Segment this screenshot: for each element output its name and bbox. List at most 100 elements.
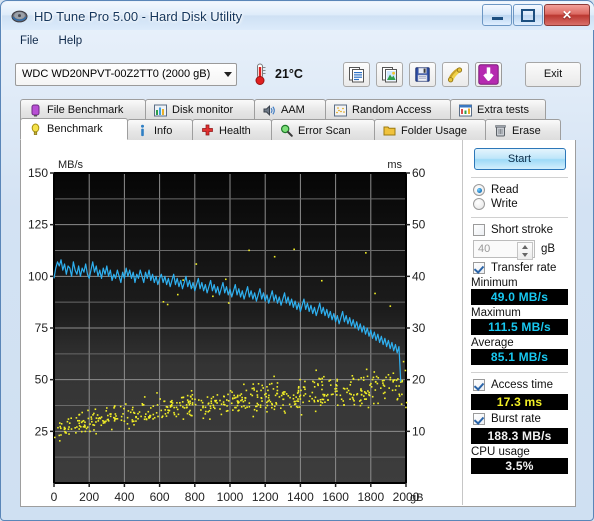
cpu-usage-label: CPU usage bbox=[471, 446, 530, 458]
info-icon bbox=[136, 124, 149, 137]
tab-error-scan[interactable]: Error Scan bbox=[271, 119, 375, 141]
toolbar-icons bbox=[342, 61, 502, 87]
menu-file-label: File bbox=[20, 35, 39, 47]
radio-write-indicator bbox=[473, 198, 485, 210]
short-stroke-input[interactable]: 40 bbox=[473, 240, 535, 260]
svg-text:ms: ms bbox=[387, 159, 402, 171]
svg-text:40: 40 bbox=[412, 269, 426, 283]
svg-text:gB: gB bbox=[410, 492, 423, 504]
short-stroke-stepper[interactable] bbox=[517, 242, 533, 260]
burst-rate-value: 188.3 MB/s bbox=[471, 428, 568, 444]
save-icon[interactable] bbox=[408, 61, 436, 87]
app-window: HD Tune Pro 5.00 - Hard Disk Utility ✕ F… bbox=[0, 0, 594, 521]
menu-bar: File Help bbox=[2, 30, 594, 52]
radio-write-label: Write bbox=[491, 198, 518, 210]
stepper-down-icon bbox=[522, 253, 528, 257]
minimum-label: Minimum bbox=[471, 277, 518, 289]
svg-text:30: 30 bbox=[412, 321, 426, 335]
checkbox-access-time-indicator bbox=[473, 379, 485, 391]
radio-read[interactable]: Read bbox=[473, 184, 568, 196]
tab-file-benchmark-label: File Benchmark bbox=[47, 104, 124, 116]
tab-extra-tests[interactable]: Extra tests bbox=[450, 99, 546, 120]
tab-health-label: Health bbox=[219, 124, 251, 137]
svg-text:50: 50 bbox=[35, 373, 49, 387]
plug-icon[interactable] bbox=[441, 61, 469, 87]
divider bbox=[471, 372, 568, 373]
svg-text:150: 150 bbox=[28, 166, 48, 180]
average-label: Average bbox=[471, 337, 514, 349]
menu-file[interactable]: File bbox=[10, 32, 49, 50]
close-button[interactable]: ✕ bbox=[544, 4, 590, 26]
tab-health[interactable]: Health bbox=[192, 119, 272, 141]
cpu-usage-value: 3.5% bbox=[471, 458, 568, 474]
svg-text:200: 200 bbox=[79, 490, 99, 504]
temperature-value: 21°C bbox=[275, 67, 303, 81]
stepper-up-icon bbox=[522, 245, 528, 249]
tab-file-benchmark[interactable]: File Benchmark bbox=[20, 99, 146, 120]
checkbox-short-stroke[interactable]: Short stroke bbox=[473, 224, 568, 236]
maximize-button[interactable] bbox=[513, 4, 543, 26]
tab-benchmark[interactable]: Benchmark bbox=[20, 118, 128, 140]
svg-text:125: 125 bbox=[28, 218, 48, 232]
drive-select-label: WDC WD20NPVT-00Z2TT0 (2000 gB) bbox=[22, 68, 211, 80]
tab-aam-label: AAM bbox=[281, 104, 305, 116]
chevron-down-icon bbox=[224, 72, 232, 77]
svg-text:MB/s: MB/s bbox=[58, 159, 84, 171]
radio-read-indicator bbox=[473, 184, 485, 196]
tab-info[interactable]: Info bbox=[127, 119, 193, 141]
svg-text:50: 50 bbox=[412, 218, 426, 232]
checkbox-transfer-rate-indicator bbox=[473, 262, 485, 274]
radio-write[interactable]: Write bbox=[473, 198, 568, 210]
tab-erase[interactable]: Erase bbox=[485, 119, 561, 141]
short-stroke-unit: gB bbox=[541, 243, 556, 255]
tab-row-secondary: File Benchmark Disk monitor AAM Random A… bbox=[20, 99, 546, 120]
toolbar: WDC WD20NPVT-00Z2TT0 (2000 gB) 21°C Exit bbox=[2, 52, 594, 96]
tab-erase-label: Erase bbox=[512, 124, 541, 137]
download-icon[interactable] bbox=[474, 61, 502, 87]
svg-text:60: 60 bbox=[412, 166, 426, 180]
menu-help-label: Help bbox=[58, 35, 83, 47]
checkbox-transfer-rate[interactable]: Transfer rate bbox=[473, 262, 568, 274]
short-stroke-value: 40 bbox=[478, 243, 491, 255]
tab-random-access[interactable]: Random Access bbox=[325, 99, 451, 120]
checkbox-access-time[interactable]: Access time bbox=[473, 379, 568, 391]
drive-select[interactable]: WDC WD20NPVT-00Z2TT0 (2000 gB) bbox=[15, 62, 237, 86]
short-stroke-size-row: 40 gB bbox=[473, 240, 568, 260]
radio-read-label: Read bbox=[491, 184, 519, 196]
tab-disk-monitor[interactable]: Disk monitor bbox=[145, 99, 255, 120]
temperature-display: 21°C bbox=[251, 62, 303, 86]
checkbox-short-stroke-indicator bbox=[473, 224, 485, 236]
maximum-label: Maximum bbox=[471, 307, 521, 319]
svg-text:800: 800 bbox=[185, 490, 205, 504]
tab-row-primary: Benchmark Info Health Error Scan Folder … bbox=[20, 118, 561, 141]
disk-monitor-icon bbox=[154, 104, 167, 117]
minimize-button[interactable] bbox=[482, 4, 512, 26]
thermometer-icon bbox=[251, 62, 269, 86]
svg-text:1400: 1400 bbox=[287, 490, 314, 504]
svg-text:75: 75 bbox=[35, 321, 49, 335]
extra-tests-icon bbox=[459, 104, 472, 117]
erase-icon bbox=[494, 124, 507, 137]
tab-info-label: Info bbox=[154, 124, 173, 137]
start-button[interactable]: Start bbox=[473, 148, 566, 170]
svg-text:600: 600 bbox=[150, 490, 170, 504]
checkbox-short-stroke-label: Short stroke bbox=[491, 224, 553, 236]
benchmark-icon bbox=[29, 123, 42, 136]
menu-help[interactable]: Help bbox=[49, 32, 93, 50]
svg-text:10: 10 bbox=[412, 424, 426, 438]
benchmark-chart: MB/s ms 25 50 75 100 125 150 10 20 30 40 50 60 0 200 400… bbox=[21, 140, 461, 505]
copy-text-icon[interactable] bbox=[342, 61, 370, 87]
checkbox-access-time-label: Access time bbox=[491, 379, 553, 391]
window-controls: ✕ bbox=[482, 4, 590, 26]
tab-aam[interactable]: AAM bbox=[254, 99, 326, 120]
tab-folder-usage[interactable]: Folder Usage bbox=[374, 119, 486, 141]
svg-text:1000: 1000 bbox=[217, 490, 244, 504]
svg-text:1600: 1600 bbox=[322, 490, 349, 504]
copy-image-icon[interactable] bbox=[375, 61, 403, 87]
checkbox-burst-rate[interactable]: Burst rate bbox=[473, 413, 568, 425]
benchmark-chart-svg: MB/s ms2550751001251501020304050600 200 400… bbox=[28, 159, 426, 504]
svg-text:0: 0 bbox=[51, 490, 58, 504]
average-value: 85.1 MB/s bbox=[471, 349, 568, 365]
error-scan-icon bbox=[280, 124, 293, 137]
exit-button[interactable]: Exit bbox=[525, 61, 581, 87]
